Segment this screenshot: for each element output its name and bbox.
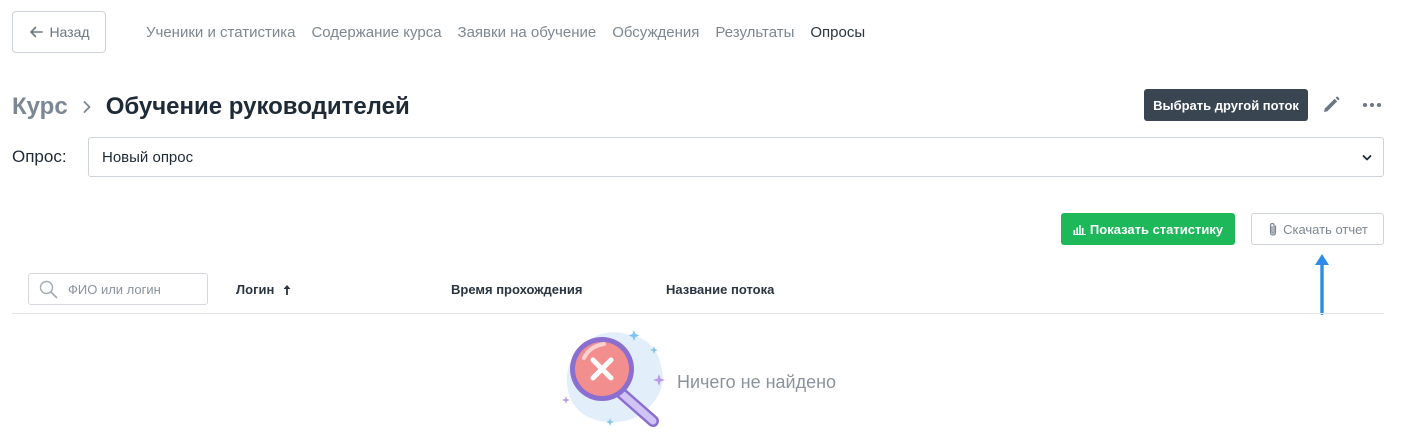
no-results-magnifier-icon <box>562 330 665 427</box>
column-header-stream[interactable]: Название потока <box>666 282 774 297</box>
more-dot <box>1363 103 1367 107</box>
column-header-time[interactable]: Время прохождения <box>451 282 582 297</box>
column-login-label: Логин <box>236 282 275 297</box>
column-header-login[interactable]: Логин <box>236 282 292 297</box>
arrow-left-icon <box>30 26 44 38</box>
table-divider <box>12 313 1384 314</box>
chevron-down-icon <box>1362 155 1372 161</box>
top-nav: Назад Ученики и статистика Содержание ку… <box>12 11 881 53</box>
tab-applications[interactable]: Заявки на обучение <box>458 24 597 41</box>
more-dot <box>1377 103 1381 107</box>
search-icon <box>39 280 58 298</box>
paperclip-icon <box>1269 222 1277 236</box>
page-title: Обучение руководителей <box>105 93 410 120</box>
breadcrumb-course-link[interactable]: Курс <box>12 93 68 121</box>
annotation-arrow-up-icon <box>1315 254 1329 315</box>
breadcrumb: Курс Обучение руководителей <box>12 88 410 126</box>
back-button-label: Назад <box>49 24 90 40</box>
show-statistics-button[interactable]: Показать статистику <box>1061 213 1235 245</box>
choose-stream-button[interactable]: Выбрать другой поток <box>1144 89 1308 121</box>
download-report-label: Скачать отчет <box>1283 221 1368 237</box>
survey-selected-value: Новый опрос <box>102 148 194 166</box>
tab-students-stats[interactable]: Ученики и статистика <box>146 24 295 41</box>
tab-results[interactable]: Результаты <box>715 24 794 41</box>
back-button[interactable]: Назад <box>12 11 106 53</box>
more-dot <box>1370 103 1374 107</box>
sort-arrow-up-icon <box>283 284 291 295</box>
survey-select[interactable]: Новый опрос <box>88 137 1384 177</box>
tab-course-content[interactable]: Содержание курса <box>311 24 441 41</box>
search-field[interactable] <box>28 273 208 305</box>
search-input[interactable] <box>68 281 198 297</box>
tab-discussions[interactable]: Обсуждения <box>612 24 699 41</box>
chevron-right-icon <box>83 101 91 113</box>
pencil-icon[interactable] <box>1320 94 1342 116</box>
survey-label: Опрос: <box>12 147 67 166</box>
more-options-icon[interactable] <box>1360 94 1384 116</box>
course-tabs: Ученики и статистика Содержание курса За… <box>146 24 881 41</box>
show-statistics-label: Показать статистику <box>1089 221 1224 237</box>
download-report-button[interactable]: Скачать отчет <box>1251 213 1384 245</box>
empty-state-text: Ничего не найдено <box>677 372 837 392</box>
bar-chart-icon <box>1072 225 1086 235</box>
tab-surveys[interactable]: Опросы <box>810 24 865 41</box>
